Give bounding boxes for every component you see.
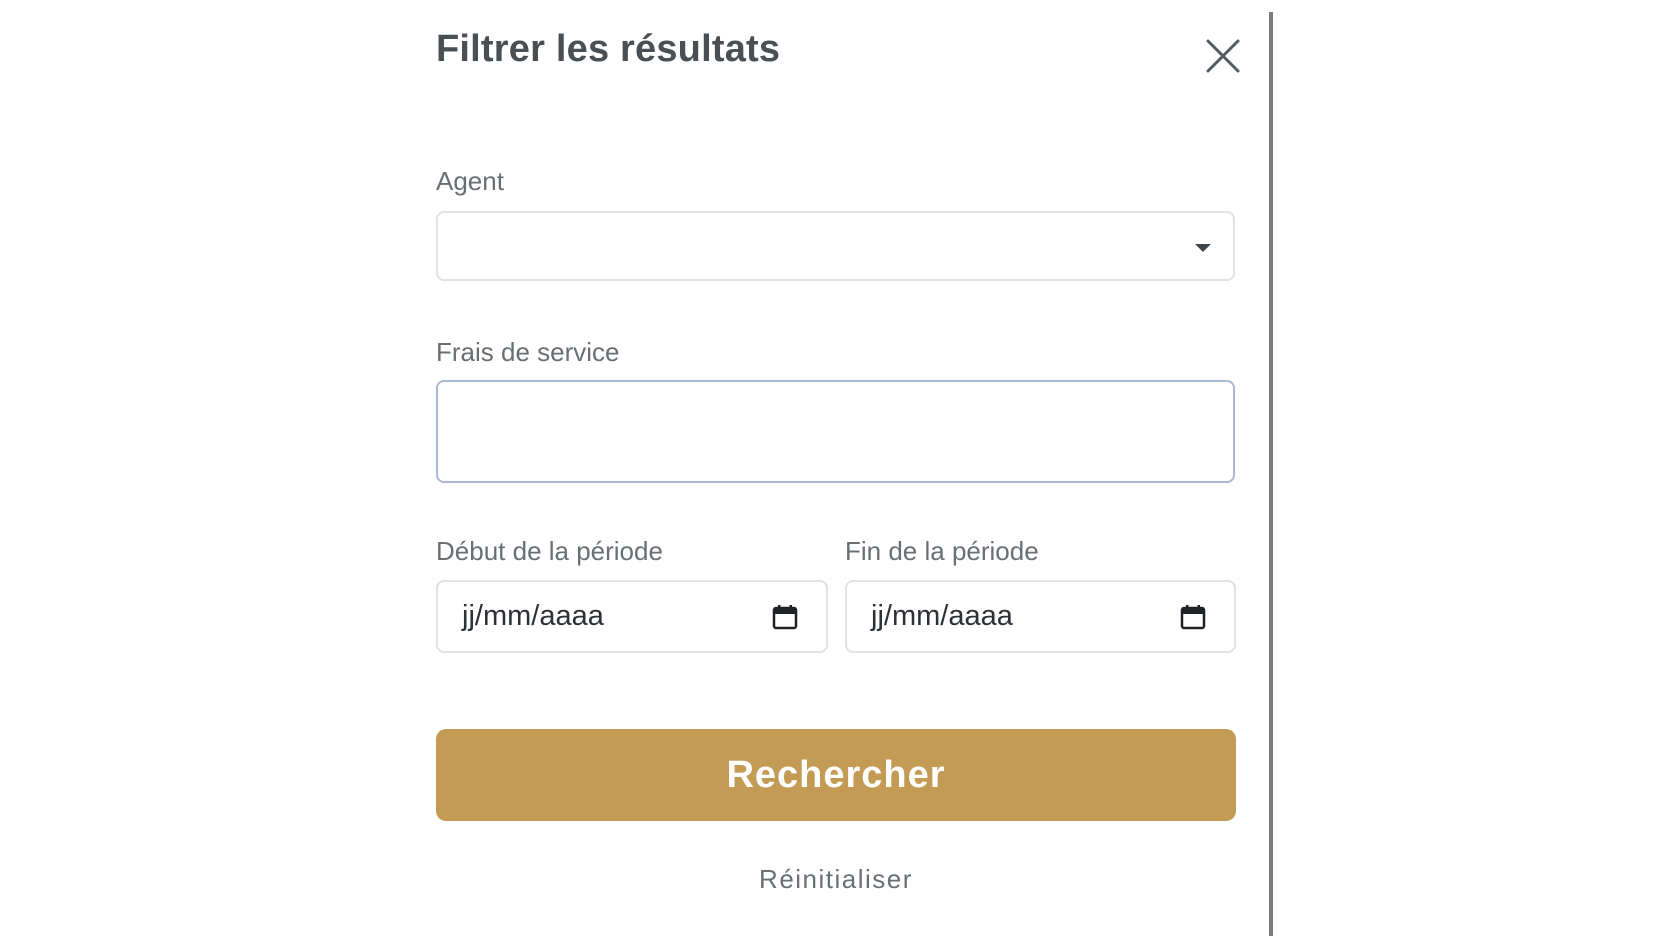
period-start-placeholder: jj/mm/aaaa — [462, 600, 604, 632]
search-button[interactable]: Rechercher — [436, 729, 1236, 821]
panel-divider — [1269, 12, 1273, 936]
period-start-input[interactable]: jj/mm/aaaa — [436, 580, 828, 653]
calendar-icon[interactable] — [772, 604, 798, 630]
calendar-icon[interactable] — [1180, 604, 1206, 630]
service-fee-input[interactable] — [436, 380, 1235, 483]
panel-title: Filtrer les résultats — [436, 28, 781, 70]
close-icon[interactable] — [1203, 36, 1243, 76]
period-end-input[interactable]: jj/mm/aaaa — [845, 580, 1236, 653]
agent-select[interactable] — [436, 211, 1235, 281]
service-fee-label: Frais de service — [436, 337, 620, 367]
agent-label: Agent — [436, 166, 504, 196]
period-end-label: Fin de la période — [845, 536, 1039, 566]
chevron-down-icon — [1195, 244, 1211, 252]
period-start-label: Début de la période — [436, 536, 663, 566]
reset-link[interactable]: Réinitialiser — [436, 864, 1236, 895]
period-end-placeholder: jj/mm/aaaa — [871, 600, 1013, 632]
filter-panel: Filtrer les résultats Agent Frais de ser… — [0, 0, 1680, 945]
